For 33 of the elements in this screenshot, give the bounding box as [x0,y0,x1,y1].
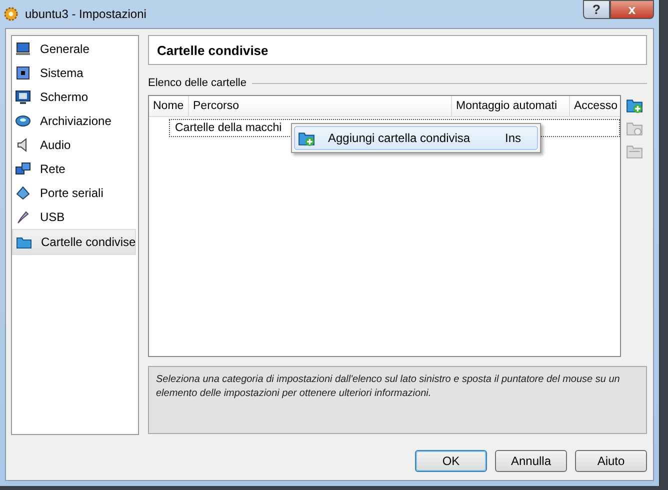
category-item[interactable]: Cartelle condivise [12,229,136,255]
disk-icon [15,113,31,129]
category-item[interactable]: Schermo [12,85,136,109]
gear-icon [3,6,19,22]
add-folder-icon[interactable] [626,97,643,114]
screen-icon [15,89,31,105]
category-item[interactable]: Audio [12,133,136,157]
add-folder-icon [298,130,315,146]
remove-folder-icon[interactable] [626,143,643,160]
column-header[interactable]: Nome [149,96,189,116]
category-item[interactable]: Generale [12,37,136,61]
help-button[interactable]: ? [583,0,610,19]
page-title: Cartelle condivise [148,35,647,65]
category-item[interactable]: Archiviazione [12,109,136,133]
dialog-button[interactable]: Aiuto [575,450,647,472]
column-header[interactable]: Accesso [570,96,620,116]
close-button[interactable]: x [610,0,654,19]
category-item[interactable]: Sistema [12,61,136,85]
edit-folder-icon[interactable] [626,120,643,137]
chip-icon [15,65,31,81]
category-item[interactable]: Porte seriali [12,181,136,205]
column-header[interactable]: Montaggio automati [452,96,570,116]
group-label: Elenco delle cartelle [148,77,246,89]
network-icon [15,161,31,177]
category-item[interactable]: USB [12,205,136,229]
info-text: Seleziona una categoria di impostazioni dall'elenco sul lato sinistro e sposta il puntatore del mouse su un elemento delle impostazioni per ottenere ulteriori informazioni. [148,366,647,434]
dialog-button[interactable]: OK [415,450,487,472]
column-header[interactable]: Percorso [189,96,452,116]
monitor-icon [15,41,31,57]
window-title: ubuntu3 - Impostazioni [25,7,148,21]
dialog-button[interactable]: Annulla [495,450,567,472]
menu-item[interactable]: Aggiungi cartella condivisa Ins [294,126,538,150]
category-item[interactable]: Rete [12,157,136,181]
